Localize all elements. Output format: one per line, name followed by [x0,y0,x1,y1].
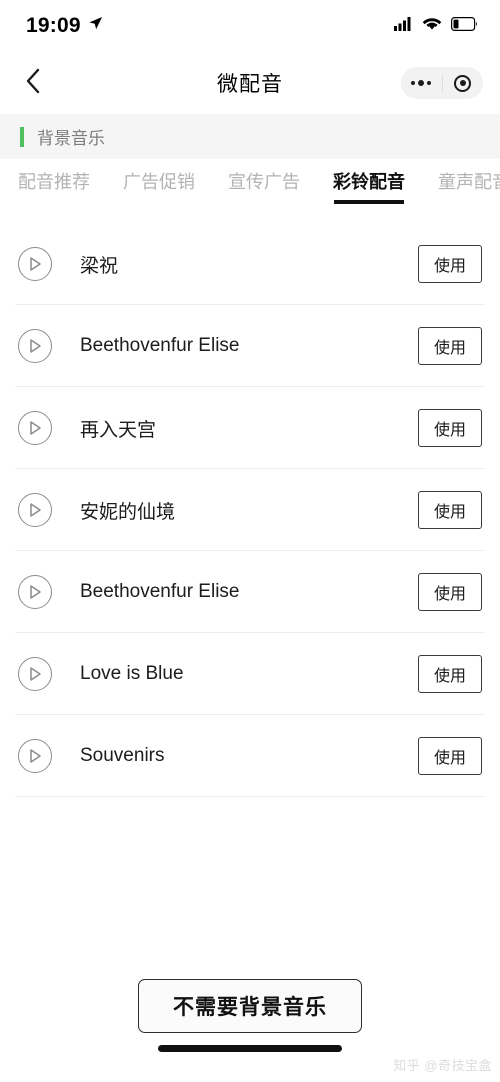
track-name: Souvenirs [80,745,165,766]
play-circle-icon[interactable] [18,739,52,773]
play-circle-icon[interactable] [18,657,52,691]
use-track-button[interactable]: 使用 [418,737,482,775]
track-row[interactable]: Beethovenfur Elise 使用 [0,551,500,633]
tab-3[interactable]: 彩铃配音 [333,159,405,204]
use-track-button[interactable]: 使用 [418,245,482,283]
capsule-more-button[interactable] [401,67,442,99]
use-track-button[interactable]: 使用 [418,491,482,529]
tab-1[interactable]: 广告促销 [123,159,195,194]
use-track-button[interactable]: 使用 [418,655,482,693]
location-arrow-icon [88,16,103,36]
track-name: Beethovenfur Elise [80,335,240,356]
track-row[interactable]: Love is Blue 使用 [0,633,500,715]
tab-4[interactable]: 童声配音 [438,159,500,194]
tab-0[interactable]: 配音推荐 [18,159,90,194]
status-time: 19:09 [26,14,81,37]
track-name: Beethovenfur Elise [80,581,240,602]
tab-label: 配音推荐 [18,172,90,192]
wifi-icon [422,16,442,36]
section-header-label: 背景音乐 [37,129,105,148]
use-track-button[interactable]: 使用 [418,409,482,447]
status-bar-right [394,16,478,36]
track-name: 安妮的仙境 [80,501,176,523]
play-circle-icon[interactable] [18,493,52,527]
section-header-background-music: 背景音乐 [0,114,500,159]
category-tabs[interactable]: 配音推荐 广告促销 宣传广告 彩铃配音 童声配音 [0,159,500,215]
tab-label: 童声配音 [438,172,500,192]
tab-label: 宣传广告 [228,172,300,192]
track-row[interactable]: 安妮的仙境 使用 [0,469,500,551]
capsule-close-button[interactable] [443,67,484,99]
watermark: 知乎 @奇技宝盒 [393,1058,492,1073]
music-track-list: 梁祝 使用 Beethovenfur Elise 使用 再入天宫 使用 安妮的仙境 使用 Bee… [0,223,500,797]
play-circle-icon[interactable] [18,411,52,445]
status-bar: 19:09 [0,0,500,52]
track-name: 再入天宫 [80,419,157,441]
tab-label: 广告促销 [123,172,195,192]
cellular-signal-icon [394,16,413,36]
home-indicator [158,1045,342,1052]
track-row[interactable]: 再入天宫 使用 [0,387,500,469]
status-bar-left: 19:09 [26,14,103,38]
nav-bar: 微配音 [0,52,500,114]
more-dots-icon [411,80,432,86]
app-screen: 19:09 微配音 背景音乐 配音推荐 广告促销 宣传广告 彩铃配音 童声配 梁… [0,0,500,1082]
miniprogram-capsule [401,67,483,99]
tab-active-underline [334,200,404,204]
track-row[interactable]: Souvenirs 使用 [0,715,500,797]
play-circle-icon[interactable] [18,247,52,281]
track-row[interactable]: 梁祝 使用 [0,223,500,305]
battery-low-icon [451,16,478,36]
use-track-button[interactable]: 使用 [418,573,482,611]
track-row[interactable]: Beethovenfur Elise 使用 [0,305,500,387]
no-background-music-button[interactable]: 不需要背景音乐 [138,979,362,1033]
tab-2[interactable]: 宣传广告 [228,159,300,194]
row-divider [15,796,485,797]
section-accent-bar [20,126,24,147]
tab-label: 彩铃配音 [333,172,405,192]
target-circle-icon [454,74,472,92]
track-name: Love is Blue [80,663,184,684]
track-name: 梁祝 [80,255,119,277]
play-circle-icon[interactable] [18,329,52,363]
play-circle-icon[interactable] [18,575,52,609]
use-track-button[interactable]: 使用 [418,327,482,365]
